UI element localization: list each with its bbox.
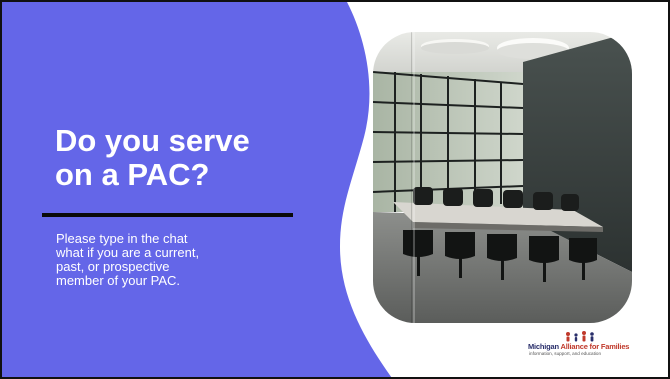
people-icon: [566, 331, 594, 342]
body-line: past, or prospective: [56, 259, 170, 274]
michigan-alliance-logo: Michigan Alliance for Families informati…: [528, 330, 648, 360]
conference-room-photo: [373, 32, 632, 323]
body-line: what if you are a current,: [56, 245, 200, 260]
title-line: Do you serve: [55, 123, 250, 158]
body-line: member of your PAC.: [56, 273, 181, 288]
slide-body-text: Please type in the chat what if you are …: [56, 232, 286, 288]
body-line: Please type in the chat: [56, 231, 188, 246]
slide-title: Do you serve on a PAC?: [55, 124, 315, 192]
logo-name-michigan: Michigan: [528, 342, 561, 351]
title-divider: [42, 213, 293, 217]
logo-tagline: information, support, and education: [529, 351, 602, 356]
logo-name-alliance: Alliance for Families: [560, 342, 630, 351]
slide: Do you serve on a PAC? Please type in th…: [0, 0, 670, 379]
title-line: on a PAC?: [55, 157, 210, 192]
logo-name: Michigan Alliance for Families: [528, 342, 629, 351]
